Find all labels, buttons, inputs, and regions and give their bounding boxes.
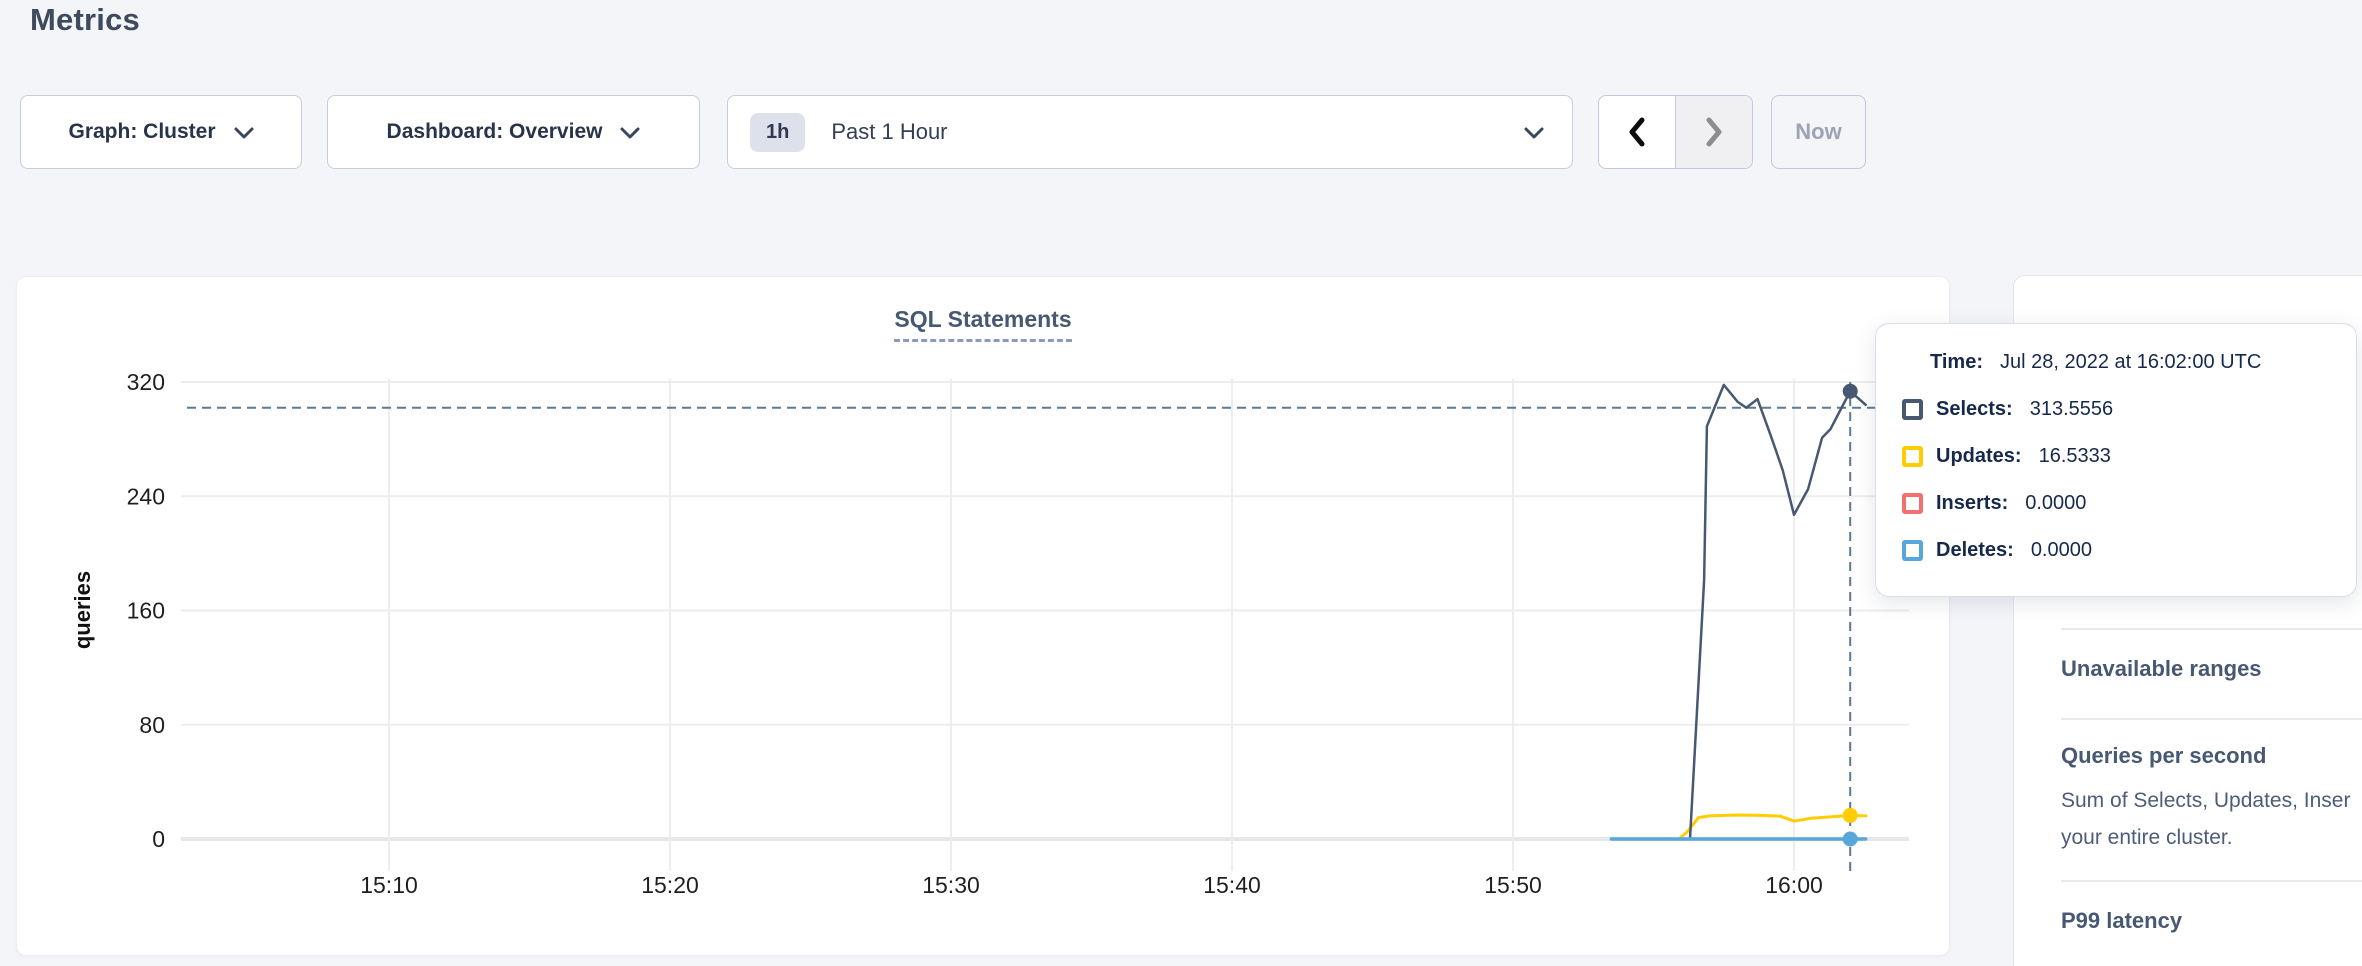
dashboard-dropdown[interactable]: Dashboard: Overview [327,95,700,169]
graph-dropdown[interactable]: Graph: Cluster [20,95,302,169]
queries-per-second-description-line2: your entire cluster. [2061,826,2233,850]
svg-text:15:50: 15:50 [1484,872,1542,898]
sidebar-divider [2061,880,2362,882]
time-range-badge: 1h [750,113,805,152]
svg-text:0: 0 [152,826,165,852]
inserts-legend-icon [1902,493,1923,514]
tooltip-time-label: Time: [1930,351,1983,374]
tooltip-time-value: Jul 28, 2022 at 16:02:00 UTC [2000,351,2261,374]
time-range-label: Past 1 Hour [831,119,1524,145]
tooltip-row-selects: Selects: 313.5556 [1902,398,2113,421]
chevron-down-icon [234,127,254,140]
sidebar-divider [2061,628,2362,630]
queries-per-second-description-line1: Sum of Selects, Updates, Inser [2061,789,2350,813]
svg-text:15:40: 15:40 [1203,872,1261,898]
tooltip-deletes-label: Deletes: [1936,539,2014,562]
now-button[interactable]: Now [1771,95,1866,169]
dashboard-dropdown-label: Dashboard: Overview [387,120,603,144]
sidebar-divider [2061,718,2362,720]
svg-text:320: 320 [127,369,165,395]
graph-dropdown-label: Graph: Cluster [68,120,215,144]
tooltip-inserts-value: 0.0000 [2025,492,2086,515]
chart-title[interactable]: SQL Statements [894,306,1071,342]
updates-legend-icon [1902,446,1923,467]
sidebar-item-queries-per-second: Queries per second [2061,743,2266,769]
sql-statements-chart[interactable]: 0 80 160 240 320 15:10 15:20 15:30 15:40 15:50 16:… [17,277,1951,957]
svg-text:80: 80 [139,712,165,738]
svg-text:16:00: 16:00 [1765,872,1823,898]
tooltip-row-updates: Updates: 16.5333 [1902,445,2111,468]
tooltip-deletes-value: 0.0000 [2031,539,2092,562]
sidebar-item-p99-latency: P99 latency [2061,908,2182,934]
tooltip-inserts-label: Inserts: [1936,492,2008,515]
deletes-legend-icon [1902,540,1923,561]
chevron-left-icon [1628,117,1646,147]
hover-tooltip: Time: Jul 28, 2022 at 16:02:00 UTC Selec… [1875,323,2357,597]
chevron-down-icon [1524,127,1544,140]
forward-button[interactable] [1675,96,1752,168]
tooltip-updates-label: Updates: [1936,445,2022,468]
tooltip-selects-value: 313.5556 [2030,398,2113,421]
svg-text:15:10: 15:10 [360,872,418,898]
tooltip-row-inserts: Inserts: 0.0000 [1902,492,2086,515]
svg-text:15:30: 15:30 [922,872,980,898]
svg-text:240: 240 [127,483,165,509]
chevron-right-icon [1705,117,1723,147]
svg-text:queries: queries [70,571,95,649]
tooltip-selects-label: Selects: [1936,398,2013,421]
tooltip-updates-value: 16.5333 [2039,445,2111,468]
svg-text:15:20: 15:20 [641,872,699,898]
tooltip-row-deletes: Deletes: 0.0000 [1902,539,2092,562]
sidebar-item-unavailable-ranges: Unavailable ranges [2061,656,2262,682]
selects-legend-icon [1902,399,1923,420]
svg-text:160: 160 [127,598,165,624]
time-range-select[interactable]: 1h Past 1 Hour [727,95,1573,169]
sql-statements-chart-card: 0 80 160 240 320 15:10 15:20 15:30 15:40 15:50 16:… [16,276,1950,956]
chevron-down-icon [620,127,640,140]
back-button[interactable] [1599,96,1675,168]
page-title: Metrics [30,2,140,38]
time-pager [1598,95,1753,169]
